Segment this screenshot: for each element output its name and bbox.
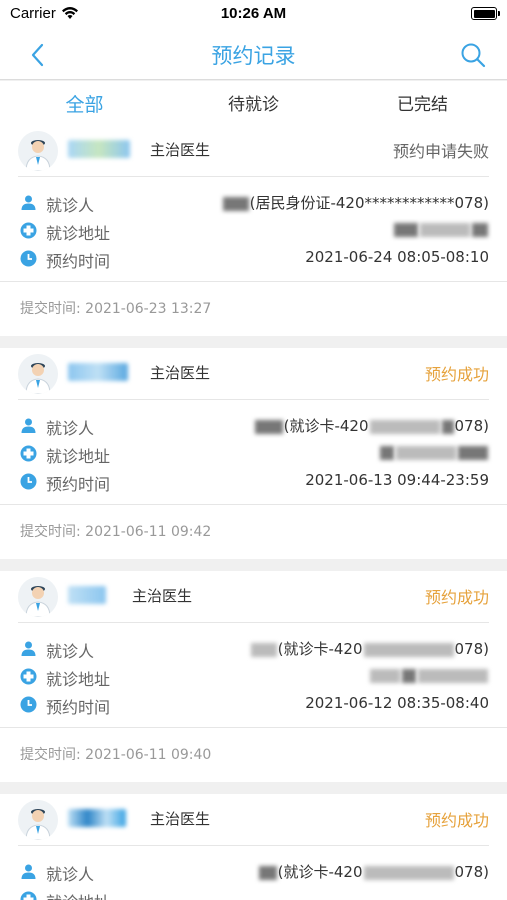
- status-badge: 预约申请失败: [392, 142, 489, 161]
- submit-time: 提交时间: 2021-06-23 13:27: [20, 301, 212, 317]
- submit-time: 提交时间: 2021-06-11 09:40: [20, 747, 212, 763]
- doctor-name-redacted: [68, 586, 106, 604]
- doctor-avatar: [18, 354, 58, 394]
- record-card[interactable]: 主治医生 预约成功 就诊人 (就诊卡-420 078) 就诊地址 预约时间 202…: [0, 348, 507, 559]
- patient-id: (居民身份证-420************078): [249, 194, 489, 212]
- clock-icon: [20, 696, 37, 713]
- time-label: 预约时间: [46, 698, 111, 717]
- appointment-time: 2021-06-13 09:44-23:59: [305, 471, 489, 489]
- page-title: 预约记录: [211, 44, 296, 68]
- status-badge: 预约成功: [424, 588, 489, 607]
- card-details: 就诊人 (就诊卡-420 078) 就诊地址 预约时间 2021-06-12 08…: [0, 623, 507, 728]
- doctor-name-redacted: [68, 809, 126, 827]
- patient-label: 就诊人: [46, 865, 95, 884]
- patient-row: 就诊人 (就诊卡-420 078): [18, 858, 489, 886]
- submit-time: 提交时间: 2021-06-11 09:42: [20, 524, 212, 540]
- patient-id-tail: 078): [454, 863, 489, 881]
- address-value-redacted: [379, 443, 489, 461]
- appointment-time: 2021-06-24 08:05-08:10: [305, 248, 489, 266]
- doctor-title: 主治医生: [150, 364, 211, 382]
- time-label: 预约时间: [46, 252, 111, 271]
- address-label: 就诊地址: [46, 670, 111, 689]
- card-details: 就诊人 (就诊卡-420 078) 就诊地址 预约时间 2021-06-13 09…: [0, 400, 507, 505]
- medical-cross-icon: [20, 891, 37, 900]
- time-row: 预约时间 2021-06-24 08:05-08:10: [18, 245, 489, 273]
- address-label: 就诊地址: [46, 447, 111, 466]
- card-separator: [0, 782, 507, 794]
- address-value-redacted: [369, 666, 489, 684]
- person-icon: [21, 641, 36, 656]
- patient-value: (就诊卡-420 078): [258, 861, 489, 882]
- doctor-title: 主治医生: [132, 587, 193, 605]
- card-header: 主治医生 预约申请失败: [18, 125, 489, 177]
- record-list: 主治医生 预约申请失败 就诊人 (居民身份证-420************07…: [0, 125, 507, 900]
- address-label: 就诊地址: [46, 889, 110, 900]
- status-bar: Carrier 10:26 AM: [0, 0, 507, 30]
- search-icon[interactable]: [459, 41, 487, 69]
- clock-icon: [20, 250, 37, 267]
- patient-id-head: (就诊卡-420: [283, 417, 369, 435]
- card-header: 主治医生 预约成功: [18, 348, 489, 400]
- address-label: 就诊地址: [46, 224, 111, 243]
- card-separator: [0, 559, 507, 571]
- address-row: 就诊地址: [18, 663, 489, 691]
- person-icon: [21, 195, 36, 210]
- card-details: 就诊人 (就诊卡-420 078) 就诊地址: [0, 846, 507, 900]
- patient-value: (居民身份证-420************078): [222, 192, 489, 213]
- record-card[interactable]: 主治医生 预约申请失败 就诊人 (居民身份证-420************07…: [0, 125, 507, 336]
- person-icon: [21, 864, 36, 879]
- patient-row: 就诊人 (居民身份证-420************078): [18, 189, 489, 217]
- patient-label: 就诊人: [46, 419, 95, 438]
- address-row: 就诊地址: [18, 217, 489, 245]
- card-separator: [0, 336, 507, 348]
- doctor-avatar: [18, 577, 58, 617]
- card-header: 主治医生 预约成功: [18, 794, 489, 846]
- patient-value: (就诊卡-420 078): [254, 415, 489, 436]
- patient-label: 就诊人: [46, 196, 95, 215]
- nav-bar: 预约记录: [0, 30, 507, 80]
- clock-icon: [20, 473, 37, 490]
- patient-id-head: (就诊卡-420: [277, 863, 363, 881]
- battery-icon: [471, 7, 500, 20]
- card-header: 主治医生 预约成功: [18, 571, 489, 623]
- time-label: 预约时间: [46, 475, 111, 494]
- clock: 10:26 AM: [220, 5, 287, 22]
- status-badge: 预约成功: [424, 811, 489, 830]
- doctor-title: 主治医生: [150, 141, 211, 159]
- address-row: 就诊地址: [18, 886, 489, 900]
- time-row: 预约时间 2021-06-13 09:44-23:59: [18, 468, 489, 496]
- medical-cross-icon: [20, 222, 37, 239]
- doctor-avatar: [18, 131, 58, 171]
- appointment-time: 2021-06-12 08:35-08:40: [305, 694, 489, 712]
- address-row: 就诊地址: [18, 440, 489, 468]
- doctor-avatar: [18, 800, 58, 840]
- patient-row: 就诊人 (就诊卡-420 078): [18, 412, 489, 440]
- status-badge: 预约成功: [424, 365, 489, 384]
- patient-id-tail: 078): [454, 417, 489, 435]
- patient-id-tail: 078): [454, 640, 489, 658]
- medical-cross-icon: [20, 445, 37, 462]
- patient-label: 就诊人: [46, 642, 95, 661]
- doctor-title: 主治医生: [150, 810, 211, 828]
- record-card[interactable]: 主治医生 预约成功 就诊人 (就诊卡-420 078) 就诊地址: [0, 794, 507, 900]
- address-value-redacted: [393, 220, 489, 238]
- patient-row: 就诊人 (就诊卡-420 078): [18, 635, 489, 663]
- medical-cross-icon: [20, 668, 37, 685]
- record-card[interactable]: 主治医生 预约成功 就诊人 (就诊卡-420 078) 就诊地址 预约时间 202…: [0, 571, 507, 782]
- doctor-name-redacted: [68, 140, 130, 158]
- time-row: 预约时间 2021-06-12 08:35-08:40: [18, 691, 489, 719]
- person-icon: [21, 418, 36, 433]
- card-details: 就诊人 (居民身份证-420************078) 就诊地址 预约时间…: [0, 177, 507, 282]
- doctor-name-redacted: [68, 363, 128, 381]
- patient-id-head: (就诊卡-420: [277, 640, 363, 658]
- patient-value: (就诊卡-420 078): [250, 638, 489, 659]
